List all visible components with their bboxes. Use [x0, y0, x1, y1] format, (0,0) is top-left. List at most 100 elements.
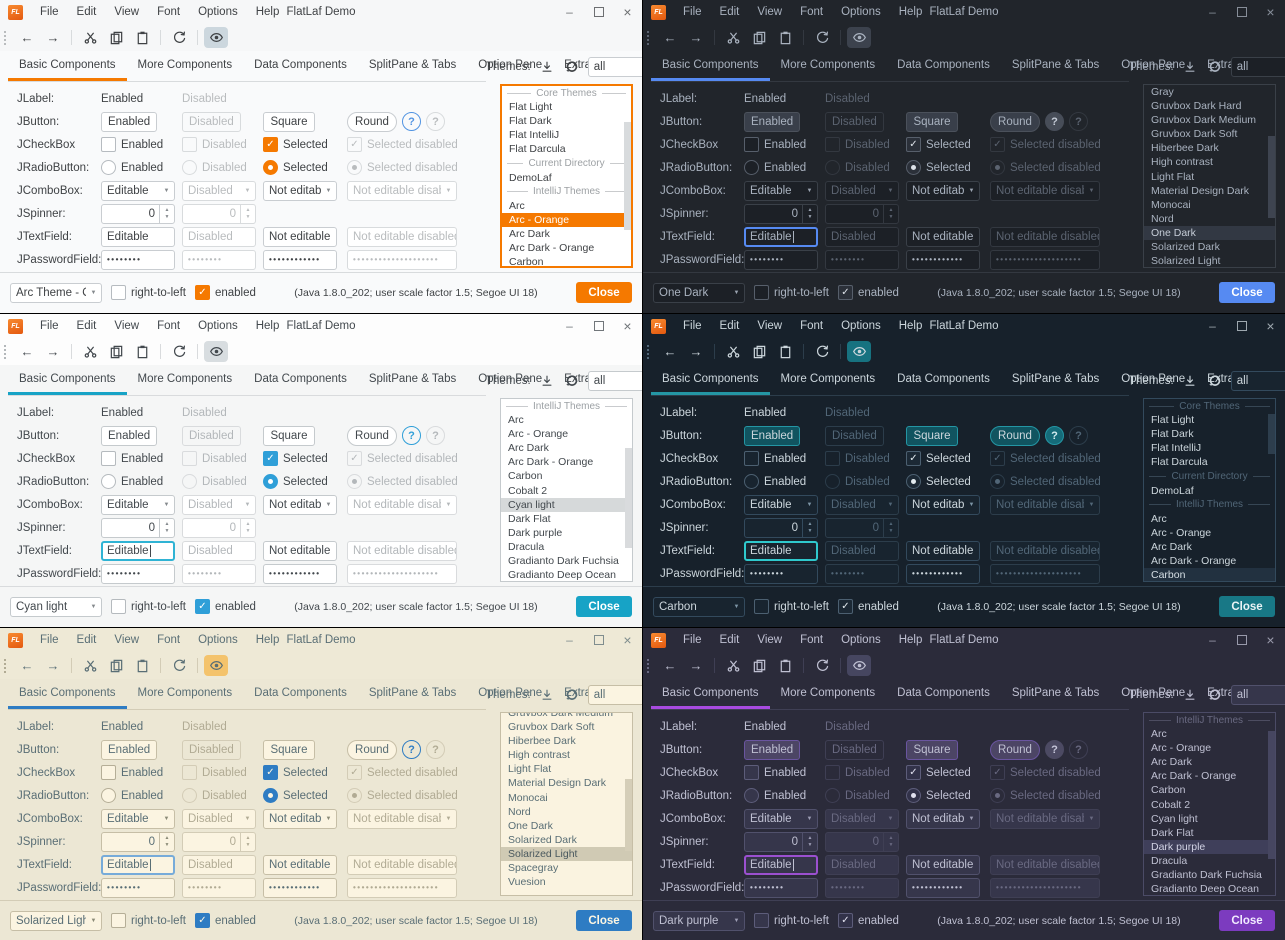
text-field[interactable]: Editable [101, 227, 175, 247]
round-button[interactable]: Round [347, 740, 397, 760]
paste-button[interactable] [773, 341, 797, 362]
download-button[interactable] [538, 686, 556, 704]
menu-help[interactable]: Help [890, 314, 932, 338]
spinner-buttons[interactable]: ▲▼ [802, 205, 817, 223]
github-button[interactable] [563, 372, 581, 390]
forward-button[interactable]: → [41, 341, 65, 362]
github-button[interactable] [563, 58, 581, 76]
scrollbar[interactable] [624, 86, 631, 266]
rtl-checkbox[interactable]: right-to-left [111, 285, 186, 300]
scrollbar-thumb[interactable] [1268, 136, 1275, 218]
themes-list[interactable]: IntelliJ ThemesArcArc - OrangeArc DarkAr… [500, 398, 633, 582]
enabled-checkbox[interactable]: ✓enabled [195, 599, 256, 614]
close-button[interactable]: Close [576, 282, 632, 303]
tab-basic-components[interactable]: Basic Components [651, 51, 770, 81]
theme-item[interactable]: Dark purple [501, 526, 632, 540]
close-window-button[interactable]: × [1256, 628, 1285, 652]
cut-button[interactable] [721, 655, 745, 676]
show-details-toggle[interactable] [847, 341, 871, 362]
theme-item[interactable]: Gray [1144, 85, 1275, 99]
maximize-button[interactable] [1227, 0, 1256, 24]
show-details-toggle[interactable] [847, 655, 871, 676]
enabled-button[interactable]: Enabled [101, 112, 157, 132]
square-button[interactable]: Square [906, 426, 958, 446]
close-button[interactable]: Close [576, 910, 632, 931]
menu-help[interactable]: Help [247, 314, 289, 338]
tab-data-components[interactable]: Data Components [243, 365, 358, 395]
theme-item[interactable]: Flat Light [502, 100, 631, 114]
theme-item[interactable]: Arc Dark - Orange [502, 241, 631, 255]
refresh-button[interactable] [167, 341, 191, 362]
theme-item[interactable]: Arc [1144, 727, 1275, 741]
spinner-buttons[interactable]: ▲▼ [159, 205, 174, 223]
github-button[interactable] [1206, 58, 1224, 76]
theme-item[interactable]: Hiberbee Dark [1144, 141, 1275, 155]
menu-edit[interactable]: Edit [711, 628, 749, 652]
help-button[interactable]: ? [402, 426, 421, 445]
spinner[interactable]: 0▲▼ [101, 518, 175, 538]
copy-button[interactable] [747, 27, 771, 48]
refresh-button[interactable] [810, 27, 834, 48]
theme-item[interactable]: Cobalt 2 [1144, 798, 1275, 812]
theme-item[interactable]: Solarized Light [501, 847, 632, 861]
enabled-checkbox[interactable]: ✓enabled [838, 285, 899, 300]
enabled-checkbox[interactable]: ✓enabled [195, 913, 256, 928]
rtl-checkbox[interactable]: right-to-left [754, 599, 829, 614]
enabled-radio[interactable]: Enabled [744, 788, 806, 803]
enabled-button[interactable]: Enabled [101, 426, 157, 446]
menu-file[interactable]: File [31, 0, 68, 24]
text-field[interactable]: •••••••• [744, 250, 818, 270]
tab-splitpane-tabs[interactable]: SplitPane & Tabs [358, 51, 467, 81]
forward-button[interactable]: → [684, 341, 708, 362]
themes-list[interactable]: IntelliJ ThemesArcArc - OrangeArc DarkAr… [1143, 712, 1276, 896]
theme-item[interactable]: Carbon [502, 255, 631, 268]
selected-checkbox[interactable]: ✓Selected [906, 137, 971, 152]
menu-edit[interactable]: Edit [711, 314, 749, 338]
scrollbar-thumb[interactable] [624, 122, 631, 230]
theme-item[interactable]: Nord [501, 805, 632, 819]
text-field[interactable]: Editable [744, 541, 818, 561]
enabled-checkbox[interactable]: Enabled [101, 765, 163, 780]
enabled-checkbox[interactable]: Enabled [744, 137, 806, 152]
scrollbar-thumb[interactable] [1268, 731, 1275, 858]
forward-button[interactable]: → [41, 655, 65, 676]
selected-checkbox[interactable]: ✓Selected [263, 451, 328, 466]
theme-item[interactable]: Hiberbee Dark [501, 734, 632, 748]
tab-more-components[interactable]: More Components [770, 365, 887, 395]
theme-item[interactable]: Light Flat [1144, 170, 1275, 184]
square-button[interactable]: Square [906, 740, 958, 760]
show-details-toggle[interactable] [204, 341, 228, 362]
theme-item[interactable]: Arc Dark - Orange [1144, 769, 1275, 783]
theme-item[interactable]: Arc - Orange [1144, 741, 1275, 755]
scrollbar[interactable] [1268, 85, 1275, 267]
maximize-button[interactable] [1227, 628, 1256, 652]
selected-checkbox[interactable]: ✓Selected [263, 137, 328, 152]
combobox[interactable]: Editable▼ [101, 809, 175, 829]
download-button[interactable] [538, 58, 556, 76]
theme-combo[interactable]: Solarized Light▼ [10, 911, 102, 931]
round-button[interactable]: Round [347, 112, 397, 132]
menu-view[interactable]: View [105, 314, 148, 338]
enabled-button[interactable]: Enabled [101, 740, 157, 760]
selected-radio[interactable]: Selected [263, 160, 328, 175]
text-field[interactable]: Editable [101, 855, 175, 875]
rtl-checkbox[interactable]: right-to-left [754, 913, 829, 928]
scrollbar-thumb[interactable] [1268, 414, 1275, 454]
help-button[interactable]: ? [402, 112, 421, 131]
menu-options[interactable]: Options [189, 628, 247, 652]
theme-item[interactable]: Vuesion [501, 875, 632, 889]
enabled-checkbox[interactable]: ✓enabled [838, 599, 899, 614]
round-button[interactable]: Round [347, 426, 397, 446]
theme-combo[interactable]: Cyan light▼ [10, 597, 102, 617]
tab-basic-components[interactable]: Basic Components [8, 679, 127, 709]
paste-button[interactable] [130, 341, 154, 362]
text-field[interactable]: •••••••••••• [906, 878, 980, 898]
combobox[interactable]: Editable▼ [744, 495, 818, 515]
close-button[interactable]: Close [576, 596, 632, 617]
selected-radio[interactable]: Selected [263, 788, 328, 803]
theme-item[interactable]: DemoLaf [1144, 484, 1275, 498]
rtl-checkbox[interactable]: right-to-left [111, 599, 186, 614]
theme-item[interactable]: Gruvbox Dark Soft [501, 720, 632, 734]
theme-filter-combo[interactable]: all▼ [588, 57, 642, 77]
themes-list[interactable]: Gruvbox Dark MediumGruvbox Dark SoftHibe… [500, 712, 633, 896]
